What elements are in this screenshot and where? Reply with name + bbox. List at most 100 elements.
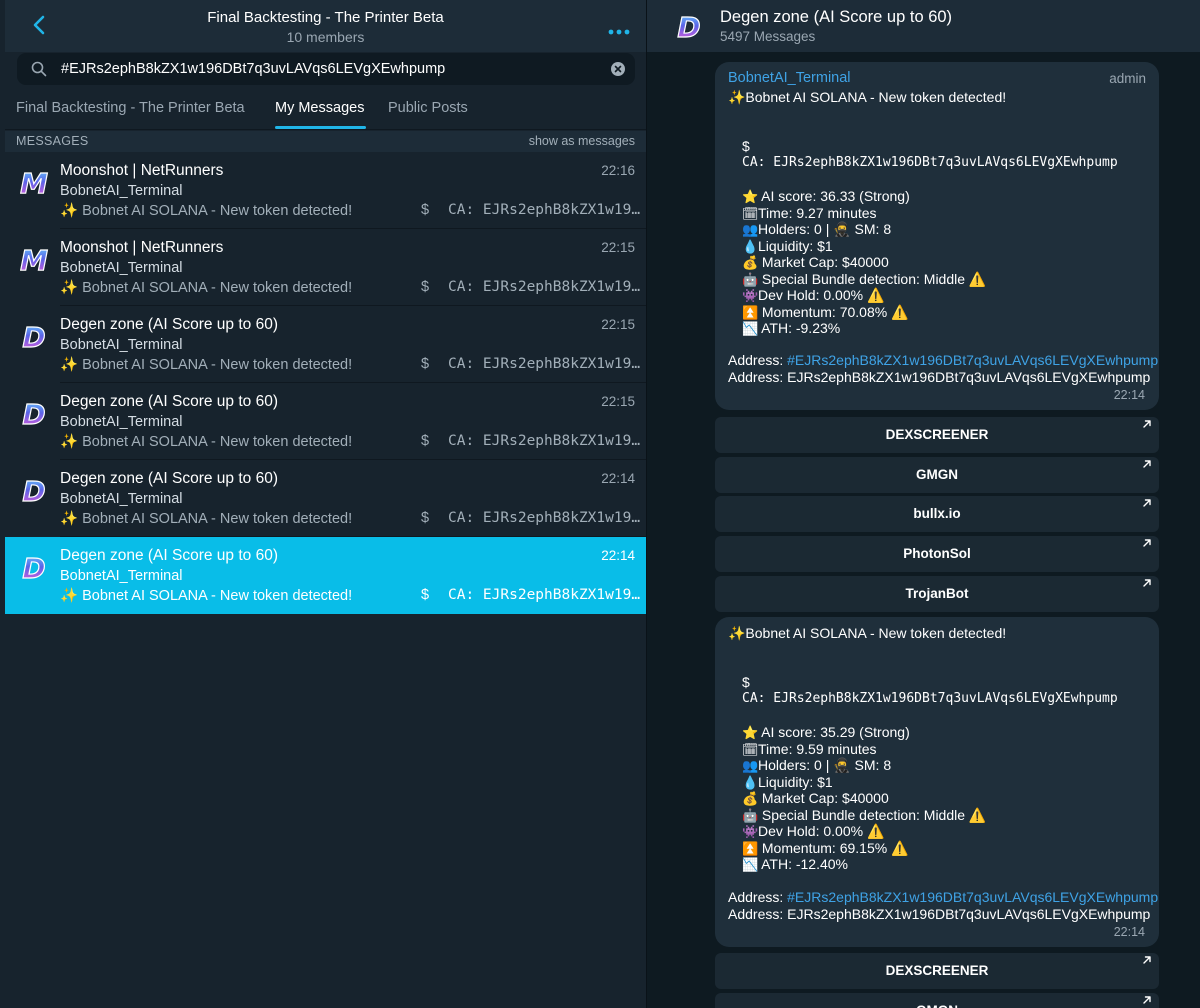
search-result-row[interactable]: D Degen zone (AI Score up to 60) 22:15 Bobn… bbox=[5, 306, 646, 383]
result-sender: BobnetAI_Terminal bbox=[60, 491, 183, 507]
avatar: D bbox=[16, 550, 52, 586]
result-chat-title: Degen zone (AI Score up to 60) bbox=[60, 547, 278, 564]
stat-emoji-icon: 🤖 bbox=[742, 272, 759, 288]
external-link-icon bbox=[1143, 499, 1151, 508]
stat-line: 🤖 Special Bundle detection: Middle ⚠️ bbox=[742, 807, 986, 824]
tab-current-chat[interactable]: Final Backtesting - The Printer Beta bbox=[16, 100, 245, 116]
preview-contract: CA: EJRs2ephB8kZX1w196DBt7q3uvLAVqs6LEVg… bbox=[448, 433, 640, 449]
preview-dollar: $ bbox=[421, 356, 430, 372]
result-chat-title: Moonshot | NetRunners bbox=[60, 239, 224, 256]
stat-emoji-icon: ⏫ bbox=[742, 305, 759, 321]
stat-line: 💧Liquidity: $1 bbox=[742, 238, 833, 255]
inline-button[interactable]: GMGN bbox=[715, 992, 1159, 1008]
stat-emoji-icon: 📉 bbox=[742, 858, 759, 873]
search-results-list: M Moonshot | NetRunners 22:16 BobnetAI_Term… bbox=[5, 152, 646, 614]
preview-dollar: $ bbox=[421, 279, 430, 295]
stat-line: 👥Holders: 0 | 🥷 SM: 8 bbox=[742, 221, 891, 238]
svg-text:D: D bbox=[22, 321, 45, 354]
inline-button-label: GMGN bbox=[916, 466, 958, 482]
avatar: M bbox=[16, 165, 52, 201]
stat-line: 💰 Market Cap: $40000 bbox=[742, 254, 889, 271]
more-options-icon[interactable] bbox=[608, 22, 630, 35]
inline-button[interactable]: PhotonSol bbox=[715, 536, 1159, 573]
tab-public-posts[interactable]: Public Posts bbox=[388, 100, 468, 116]
search-result-row[interactable]: D Degen zone (AI Score up to 60) 22:14 Bobn… bbox=[5, 460, 646, 537]
external-link-icon bbox=[1143, 420, 1151, 428]
address-hashtag-link[interactable]: #EJRs2ephB8kZX1w196DBt7q3uvLAVqs6LEVgXEw… bbox=[787, 889, 1158, 905]
stat-emoji-icon: 🗓 bbox=[742, 206, 759, 222]
inline-button-label: DEXSCREENER bbox=[885, 427, 989, 442]
inline-button[interactable]: bullx.io bbox=[715, 496, 1159, 533]
message-headline: ✨Bobnet AI SOLANA - New token detected! bbox=[728, 625, 1007, 641]
search-bar bbox=[17, 53, 635, 85]
svg-text:M: M bbox=[20, 167, 48, 200]
search-input[interactable] bbox=[61, 53, 601, 85]
address-plain: Address: EJRs2ephB8kZX1w196DBt7q3uvLAVqs… bbox=[728, 369, 1151, 385]
preview-dollar: $ bbox=[421, 433, 430, 449]
contract-address: CA: EJRs2ephB8kZX1w196DBt7q3uvLAVqs6LEVg… bbox=[742, 691, 1118, 706]
preview-text: ✨ Bobnet AI SOLANA - New token detected! bbox=[60, 434, 353, 450]
stat-text: Holders: 0 | 🥷 SM: 8 bbox=[758, 757, 892, 773]
address-hashtag-link[interactable]: #EJRs2ephB8kZX1w196DBt7q3uvLAVqs6LEVgXEw… bbox=[787, 352, 1158, 368]
inline-button[interactable]: TrojanBot bbox=[715, 575, 1159, 612]
svg-text:D: D bbox=[22, 475, 45, 508]
result-preview: ✨ Bobnet AI SOLANA - New token detected!… bbox=[60, 356, 640, 373]
message-bubble[interactable]: ✨Bobnet AI SOLANA - New token detected! … bbox=[715, 617, 1159, 947]
search-result-row[interactable]: M Moonshot | NetRunners 22:16 BobnetAI_Term… bbox=[5, 152, 646, 229]
stat-emoji-icon: 👥 bbox=[742, 759, 759, 774]
preview-contract: CA: EJRs2ephB8kZX1w196DBt7q3uvLAVqs6LEVg… bbox=[448, 510, 640, 526]
channel-title: Degen zone (AI Score up to 60) bbox=[720, 8, 953, 26]
sender-name[interactable]: BobnetAI_Terminal bbox=[728, 70, 851, 86]
stat-emoji-icon: 💧 bbox=[742, 775, 759, 791]
result-sender: BobnetAI_Terminal bbox=[60, 568, 183, 584]
stat-line: 🗓Time: 9.59 minutes bbox=[742, 741, 877, 758]
inline-button[interactable]: GMGN bbox=[715, 456, 1159, 493]
clear-search-icon[interactable] bbox=[611, 62, 625, 76]
avatar: D bbox=[16, 473, 52, 509]
stat-text: Dev Hold: 0.00% ⚠️ bbox=[758, 823, 885, 839]
inline-button[interactable]: DEXSCREENER bbox=[715, 953, 1159, 989]
stat-line: ⏫ Momentum: 69.15% ⚠️ bbox=[742, 840, 909, 857]
tab-my-messages[interactable]: My Messages bbox=[275, 100, 364, 116]
preview-dollar: $ bbox=[421, 510, 430, 526]
preview-contract: CA: EJRs2ephB8kZX1w196DBt7q3uvLAVqs6LEVg… bbox=[448, 202, 640, 218]
search-result-row[interactable]: D Degen zone (AI Score up to 60) 22:15 Bobn… bbox=[5, 383, 646, 460]
result-time: 22:15 bbox=[601, 240, 635, 255]
svg-text:D: D bbox=[22, 398, 45, 431]
stat-text: Market Cap: $40000 bbox=[758, 254, 889, 270]
message-headline: ✨Bobnet AI SOLANA - New token detected! bbox=[728, 89, 1007, 105]
message-time: 22:14 bbox=[1113, 388, 1145, 402]
stat-text: Special Bundle detection: Middle ⚠️ bbox=[758, 270, 987, 287]
stat-text: Special Bundle detection: Middle ⚠️ bbox=[758, 806, 987, 823]
address-link-line: Address: #EJRs2ephB8kZX1w196DBt7q3uvLAVq… bbox=[728, 889, 1158, 905]
preview-text: ✨ Bobnet AI SOLANA - New token detected! bbox=[60, 511, 353, 527]
search-result-row[interactable]: M Moonshot | NetRunners 22:15 BobnetAI_Term… bbox=[5, 229, 646, 306]
stat-text: ATH: -9.23% bbox=[758, 320, 841, 336]
stat-line: 👾Dev Hold: 0.00% ⚠️ bbox=[742, 823, 884, 840]
stat-text: AI score: 36.33 (Strong) bbox=[758, 188, 910, 204]
show-as-messages-link[interactable]: show as messages bbox=[529, 134, 635, 148]
message-bubble[interactable]: BobnetAI_Terminal admin ✨Bobnet AI SOLAN… bbox=[715, 62, 1159, 410]
address-label: Address: bbox=[728, 889, 788, 905]
avatar[interactable]: D bbox=[671, 9, 707, 45]
chat-header: Final Backtesting - The Printer Beta 10 … bbox=[5, 0, 646, 52]
inline-button-label: TrojanBot bbox=[905, 585, 969, 601]
stat-line: 💰 Market Cap: $40000 bbox=[742, 790, 889, 807]
inline-button-label: PhotonSol bbox=[903, 546, 971, 562]
result-preview: ✨ Bobnet AI SOLANA - New token detected!… bbox=[60, 202, 640, 219]
dollar-line: $ bbox=[742, 674, 750, 690]
external-link-icon bbox=[1143, 459, 1151, 468]
preview-contract: CA: EJRs2ephB8kZX1w196DBt7q3uvLAVqs6LEVg… bbox=[448, 587, 640, 603]
channel-header[interactable]: D Degen zone (AI Score up to 60) 5497 Me… bbox=[647, 0, 1200, 52]
preview-dollar: $ bbox=[421, 202, 430, 218]
result-preview: ✨ Bobnet AI SOLANA - New token detected!… bbox=[60, 433, 640, 450]
stat-emoji-icon: 💧 bbox=[742, 239, 759, 255]
stat-text: Liquidity: $1 bbox=[758, 773, 833, 790]
search-result-row[interactable]: D Degen zone (AI Score up to 60) 22:14 Bobn… bbox=[5, 537, 646, 614]
inline-button[interactable]: DEXSCREENER bbox=[715, 417, 1159, 453]
external-link-icon bbox=[1143, 579, 1151, 587]
result-chat-title: Degen zone (AI Score up to 60) bbox=[60, 470, 278, 487]
section-header: MESSAGES show as messages bbox=[5, 131, 646, 152]
result-time: 22:15 bbox=[601, 394, 635, 409]
stat-emoji-icon: 👾 bbox=[742, 289, 759, 304]
